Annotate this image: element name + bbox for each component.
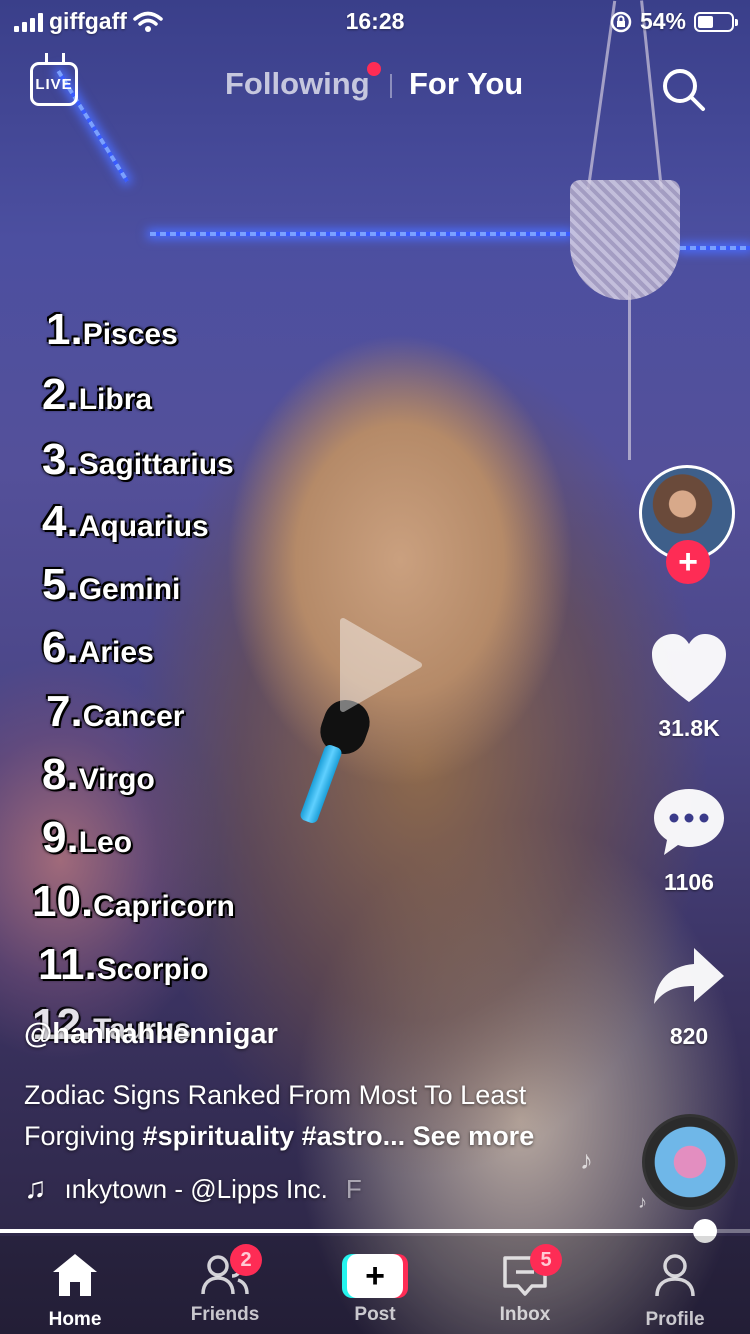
sound-row[interactable]: ♫ ınkytown - @Lipps Inc. F bbox=[24, 1172, 362, 1206]
sound-title-tail: F bbox=[345, 1173, 362, 1204]
ranking-item: 3.Sagittarius bbox=[42, 435, 234, 485]
like-count: 31.8K bbox=[658, 715, 720, 741]
rank-sign: Virgo bbox=[78, 763, 155, 796]
battery-percent: 54% bbox=[639, 8, 686, 34]
comment-icon[interactable] bbox=[650, 785, 728, 863]
share-count: 820 bbox=[669, 1023, 709, 1049]
top-nav: LIVE Following For You bbox=[0, 60, 750, 112]
rank-number: 8. bbox=[42, 750, 79, 799]
rotation-lock-icon bbox=[610, 11, 632, 32]
rank-number: 3. bbox=[42, 435, 79, 484]
rank-number: 11. bbox=[38, 940, 97, 989]
rank-sign: Aquarius bbox=[78, 510, 209, 543]
video-progress-bar[interactable] bbox=[0, 1219, 750, 1243]
see-more-link[interactable]: See more bbox=[405, 1121, 535, 1151]
rank-number: 9. bbox=[42, 813, 79, 862]
ranking-item: 11.Scorpio bbox=[38, 940, 208, 990]
comment-count: 1106 bbox=[664, 869, 714, 895]
floating-music-note-icon: ♪ bbox=[638, 1192, 647, 1212]
tab-following[interactable]: Following bbox=[225, 66, 370, 102]
tab-profile-label: Profile bbox=[645, 1309, 705, 1330]
bottom-tab-bar: Home 2 Friends + Post 5 Inbox Profile bbox=[0, 1236, 750, 1334]
rank-sign: Aries bbox=[78, 636, 154, 669]
rank-sign: Capricorn bbox=[93, 890, 235, 923]
tab-post-label: Post bbox=[354, 1304, 396, 1325]
post-button: + bbox=[342, 1254, 408, 1298]
tab-for-you[interactable]: For You bbox=[409, 66, 523, 102]
rank-number: 4. bbox=[42, 497, 79, 546]
inbox-icon-wrap: 5 bbox=[500, 1244, 562, 1300]
battery-icon bbox=[694, 11, 738, 32]
creator-username[interactable]: @hannahhennigar bbox=[24, 1018, 278, 1051]
background-plant-hanger bbox=[570, 180, 680, 300]
tab-post[interactable]: + Post bbox=[315, 1236, 435, 1326]
inbox-badge: 5 bbox=[530, 1244, 562, 1276]
ranking-item: 4.Aquarius bbox=[42, 497, 209, 547]
tab-friends-label: Friends bbox=[190, 1304, 260, 1325]
tab-home[interactable]: Home bbox=[15, 1236, 135, 1331]
status-right: 54% bbox=[610, 8, 738, 35]
follow-plus-button[interactable]: + bbox=[666, 540, 710, 584]
sound-title: ınkytown - @Lipps Inc. bbox=[64, 1173, 328, 1204]
background-rope bbox=[628, 290, 631, 460]
live-label: LIVE bbox=[35, 75, 73, 93]
tab-profile[interactable]: Profile bbox=[615, 1236, 735, 1331]
rank-sign: Cancer bbox=[82, 700, 185, 733]
rank-number: 7. bbox=[46, 687, 83, 736]
video-feed-screen[interactable]: giffgaff 16:28 54% LIVE Following For Yo… bbox=[0, 0, 750, 1334]
search-icon[interactable] bbox=[660, 66, 706, 112]
live-icon[interactable]: LIVE bbox=[30, 62, 78, 106]
profile-icon bbox=[655, 1254, 695, 1297]
tab-home-label: Home bbox=[48, 1309, 102, 1330]
tab-inbox-label: Inbox bbox=[499, 1304, 551, 1325]
share-icon[interactable] bbox=[650, 940, 728, 1018]
rank-sign: Sagittarius bbox=[78, 448, 234, 481]
music-note-icon: ♫ bbox=[24, 1172, 47, 1205]
rank-number: 10. bbox=[32, 877, 94, 926]
progress-fill bbox=[0, 1229, 705, 1233]
play-icon[interactable] bbox=[335, 615, 425, 715]
microphone-in-video bbox=[298, 693, 376, 830]
friends-badge: 2 bbox=[230, 1244, 262, 1276]
rank-number: 2. bbox=[42, 370, 79, 419]
ranking-item: 2.Libra bbox=[42, 370, 152, 420]
status-bar: giffgaff 16:28 54% bbox=[0, 0, 750, 42]
rank-number: 5. bbox=[42, 560, 79, 609]
rank-number: 1. bbox=[46, 305, 83, 354]
ranking-item: 1.Pisces bbox=[46, 305, 178, 355]
description-hashtags[interactable]: #spirituality #astro... bbox=[143, 1121, 406, 1151]
ranking-item: 9.Leo bbox=[42, 813, 132, 863]
tab-divider bbox=[390, 74, 392, 98]
rank-sign: Libra bbox=[78, 383, 153, 416]
battery-fill bbox=[698, 15, 714, 28]
ranking-item: 10.Capricorn bbox=[32, 877, 235, 927]
background-led-strip bbox=[150, 232, 570, 236]
plus-icon: + bbox=[347, 1254, 403, 1298]
rank-sign: Scorpio bbox=[96, 953, 209, 986]
tab-friends[interactable]: 2 Friends bbox=[165, 1236, 285, 1326]
rank-sign: Leo bbox=[78, 826, 133, 859]
heart-icon[interactable] bbox=[650, 632, 728, 710]
ranking-item: 5.Gemini bbox=[42, 560, 180, 610]
following-notification-dot bbox=[367, 62, 381, 76]
video-description: Zodiac Signs Ranked From Most To Least F… bbox=[24, 1075, 584, 1157]
home-icon bbox=[53, 1254, 97, 1296]
rank-number: 6. bbox=[42, 623, 79, 672]
background-led-strip bbox=[680, 246, 750, 250]
ranking-item: 8.Virgo bbox=[42, 750, 155, 800]
music-disc-icon[interactable] bbox=[642, 1114, 738, 1210]
friends-icon-wrap: 2 bbox=[200, 1244, 262, 1300]
rank-sign: Gemini bbox=[78, 573, 181, 606]
tab-inbox[interactable]: 5 Inbox bbox=[465, 1236, 585, 1326]
ranking-item: 6.Aries bbox=[42, 623, 154, 673]
ranking-item: 7.Cancer bbox=[46, 687, 184, 737]
rank-sign: Pisces bbox=[82, 318, 178, 351]
